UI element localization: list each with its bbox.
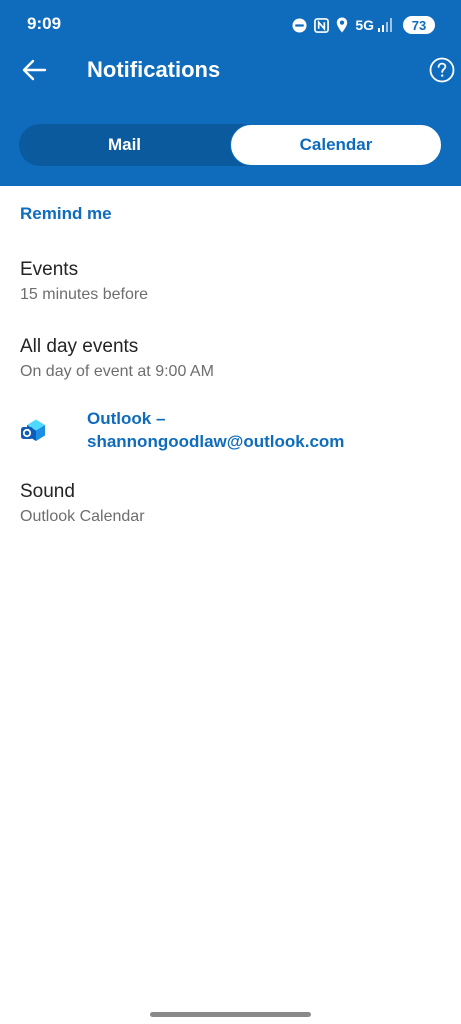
account-provider: Outlook –: [87, 409, 166, 428]
signal-icon: [378, 18, 392, 32]
sound-value: Outlook Calendar: [20, 508, 145, 525]
outlook-icon: [20, 417, 46, 443]
page-title: Notifications: [87, 57, 221, 82]
mail-calendar-toggle: Mail Calendar: [19, 124, 442, 166]
status-bar: 9:09 5G 73: [0, 0, 461, 52]
arrow-left-icon: [21, 59, 47, 86]
all-day-events-value: On day of event at 9:00 AM: [20, 363, 214, 380]
do-not-disturb-icon: [292, 17, 307, 33]
events-setting[interactable]: Events 15 minutes before: [0, 259, 461, 315]
events-value: 15 minutes before: [20, 286, 149, 303]
events-title: Events: [20, 259, 79, 280]
all-day-events-title: All day events: [20, 336, 139, 357]
network-type: 5G: [355, 17, 374, 33]
sound-setting[interactable]: Sound Outlook Calendar: [0, 481, 461, 537]
back-button[interactable]: [14, 54, 54, 90]
home-indicator[interactable]: [150, 1012, 311, 1017]
account-email: shannongoodlaw@outlook.com: [87, 432, 345, 451]
battery-indicator: 73: [403, 16, 435, 34]
app-header: 9:09 5G 73 Notifications Mail Calendar: [0, 0, 461, 186]
nfc-icon: [314, 17, 330, 33]
status-time: 9:09: [27, 14, 62, 33]
status-icons: 5G 73: [292, 14, 435, 36]
sound-title: Sound: [20, 481, 75, 502]
tab-mail[interactable]: Mail: [19, 124, 230, 166]
all-day-events-setting[interactable]: All day events On day of event at 9:00 A…: [0, 336, 461, 392]
section-title: Remind me: [20, 204, 112, 223]
location-icon: [336, 17, 348, 33]
notifications-screen: 9:09 5G 73 Notifications Mail Calendar R…: [0, 0, 461, 1024]
question-circle-icon: [429, 57, 455, 88]
account-item[interactable]: Outlook – shannongoodlaw@outlook.com: [0, 407, 461, 459]
tab-calendar[interactable]: Calendar: [230, 124, 442, 166]
help-button[interactable]: [428, 57, 455, 88]
